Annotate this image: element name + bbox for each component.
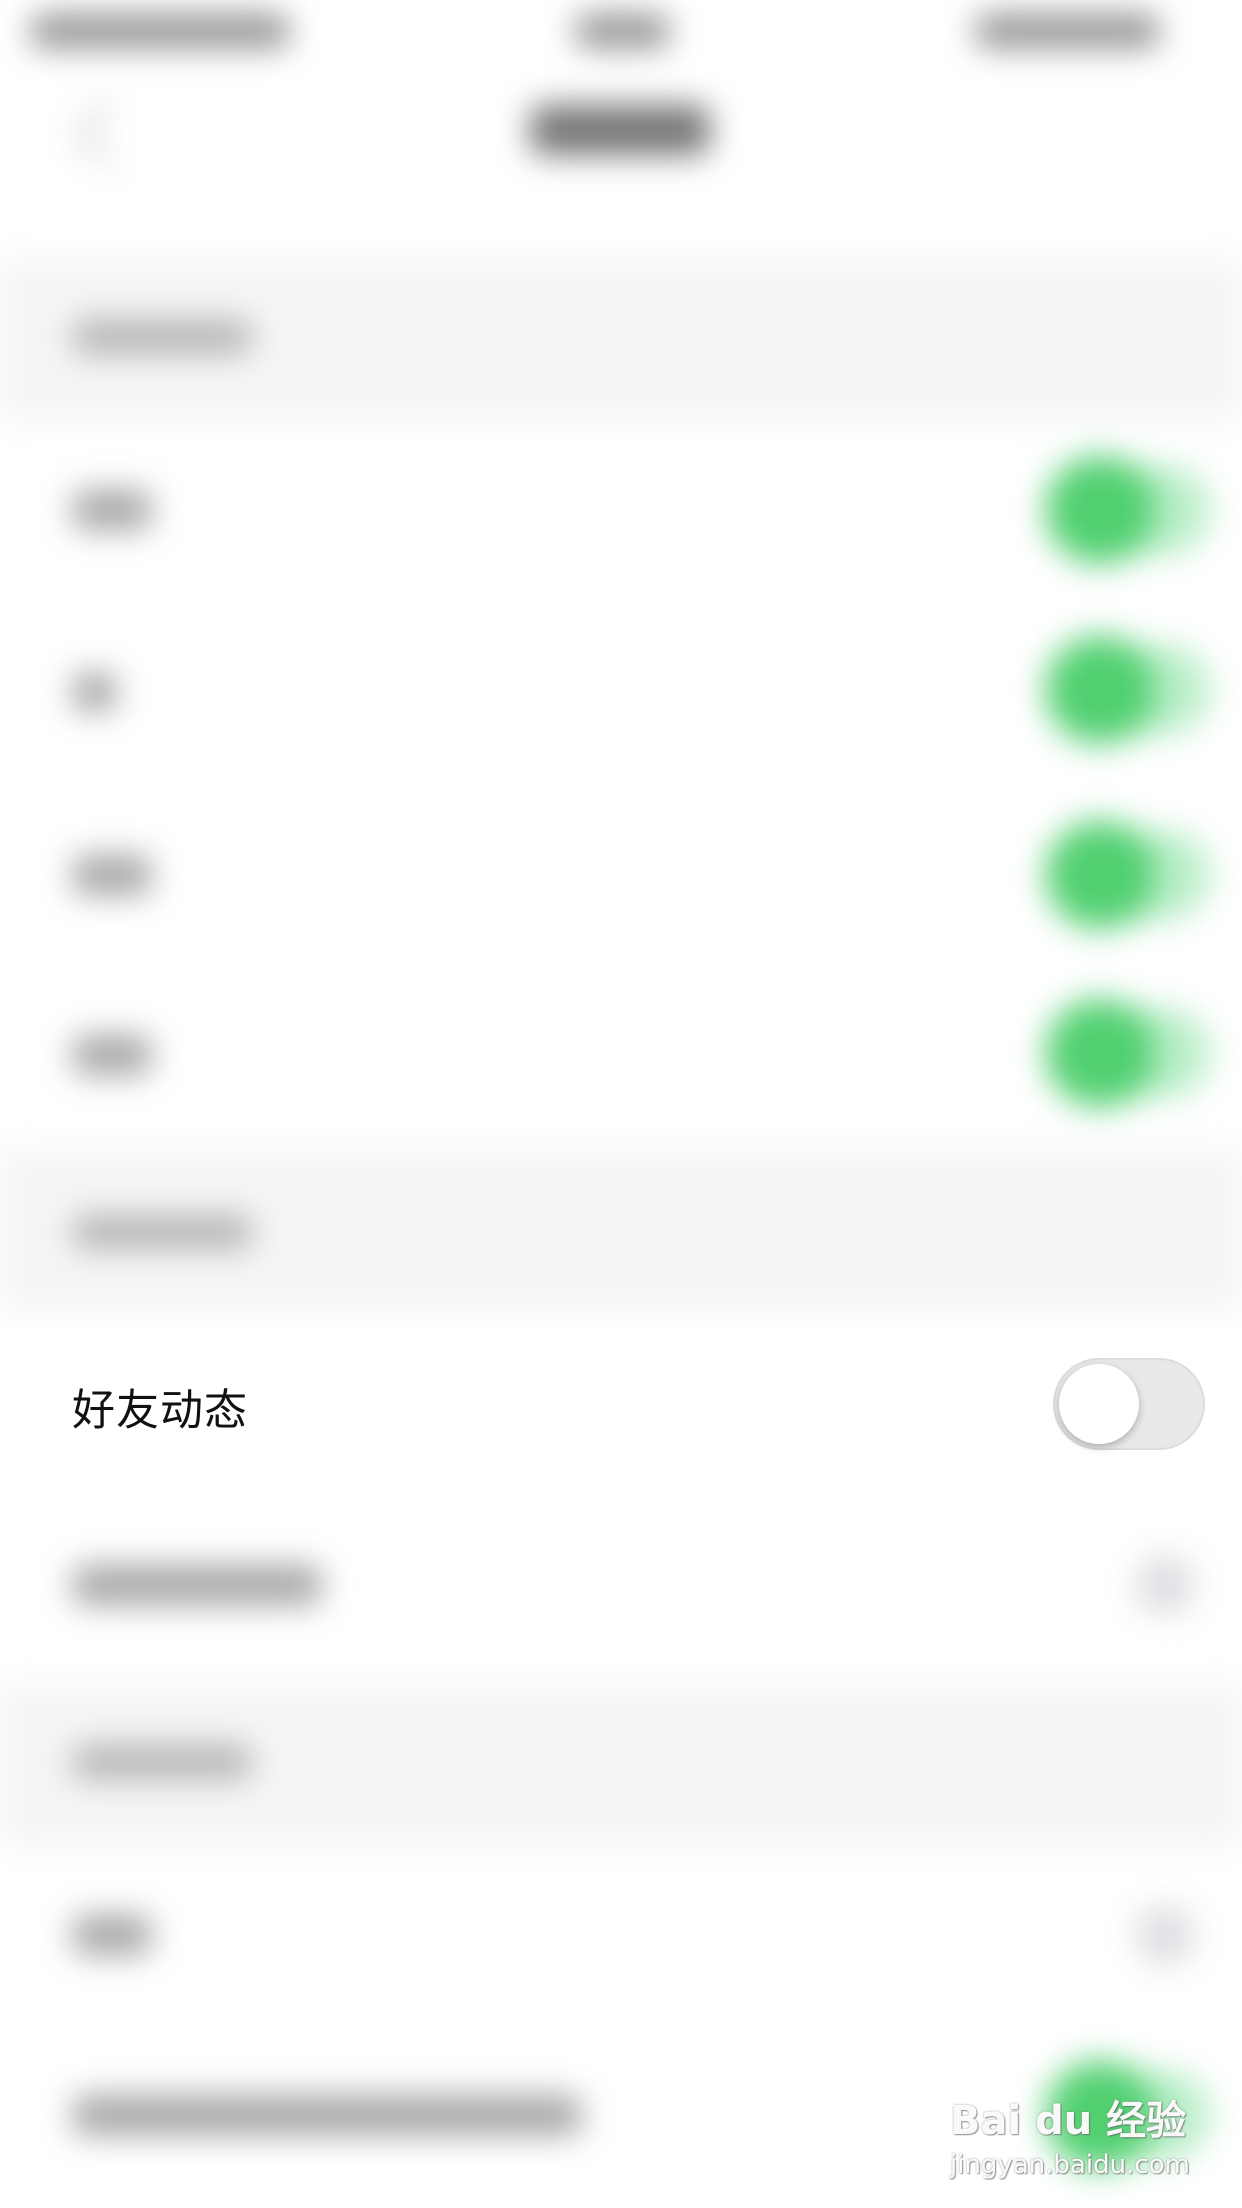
row-4-label <box>72 1035 152 1075</box>
friends-activity-toggle[interactable] <box>1053 1358 1205 1450</box>
status-bar-right <box>975 14 1160 48</box>
status-bar-time <box>575 14 670 48</box>
section-header-2-label <box>72 1215 252 1249</box>
watermark-url: jingyan.baidu.com <box>950 2150 1190 2180</box>
toggle-knob <box>1059 1364 1139 1444</box>
section-header-3-label <box>72 1745 252 1779</box>
page-title <box>530 105 710 155</box>
watermark-logo: Bai du 经验 <box>950 2088 1186 2146</box>
back-icon[interactable] <box>75 100 141 166</box>
blurred-settings-screen <box>0 0 1242 2208</box>
row-4-toggle[interactable] <box>1045 998 1155 1108</box>
friends-activity-row[interactable]: 好友动态 <box>0 1330 1242 1480</box>
section-header-1-label <box>72 320 252 354</box>
row-3-toggle[interactable] <box>1045 820 1155 930</box>
row-7-label <box>72 1915 152 1955</box>
row-2-toggle[interactable] <box>1045 635 1155 745</box>
row-1-toggle[interactable] <box>1045 455 1155 565</box>
row-6-label <box>72 1565 322 1605</box>
status-bar-left <box>30 14 290 48</box>
watermark-logo-text: Bai du 经验 <box>950 2098 1187 2144</box>
baidu-watermark: Bai du 经验 jingyan.baidu.com <box>950 2088 1220 2198</box>
row-8-label <box>72 2095 582 2135</box>
row-1-label <box>72 490 152 530</box>
row-3-label <box>72 855 152 895</box>
row-6-chevron <box>1135 1555 1195 1615</box>
friends-activity-label: 好友动态 <box>72 1386 248 1436</box>
row-7-chevron <box>1135 1905 1195 1965</box>
row-2-label <box>72 672 117 712</box>
